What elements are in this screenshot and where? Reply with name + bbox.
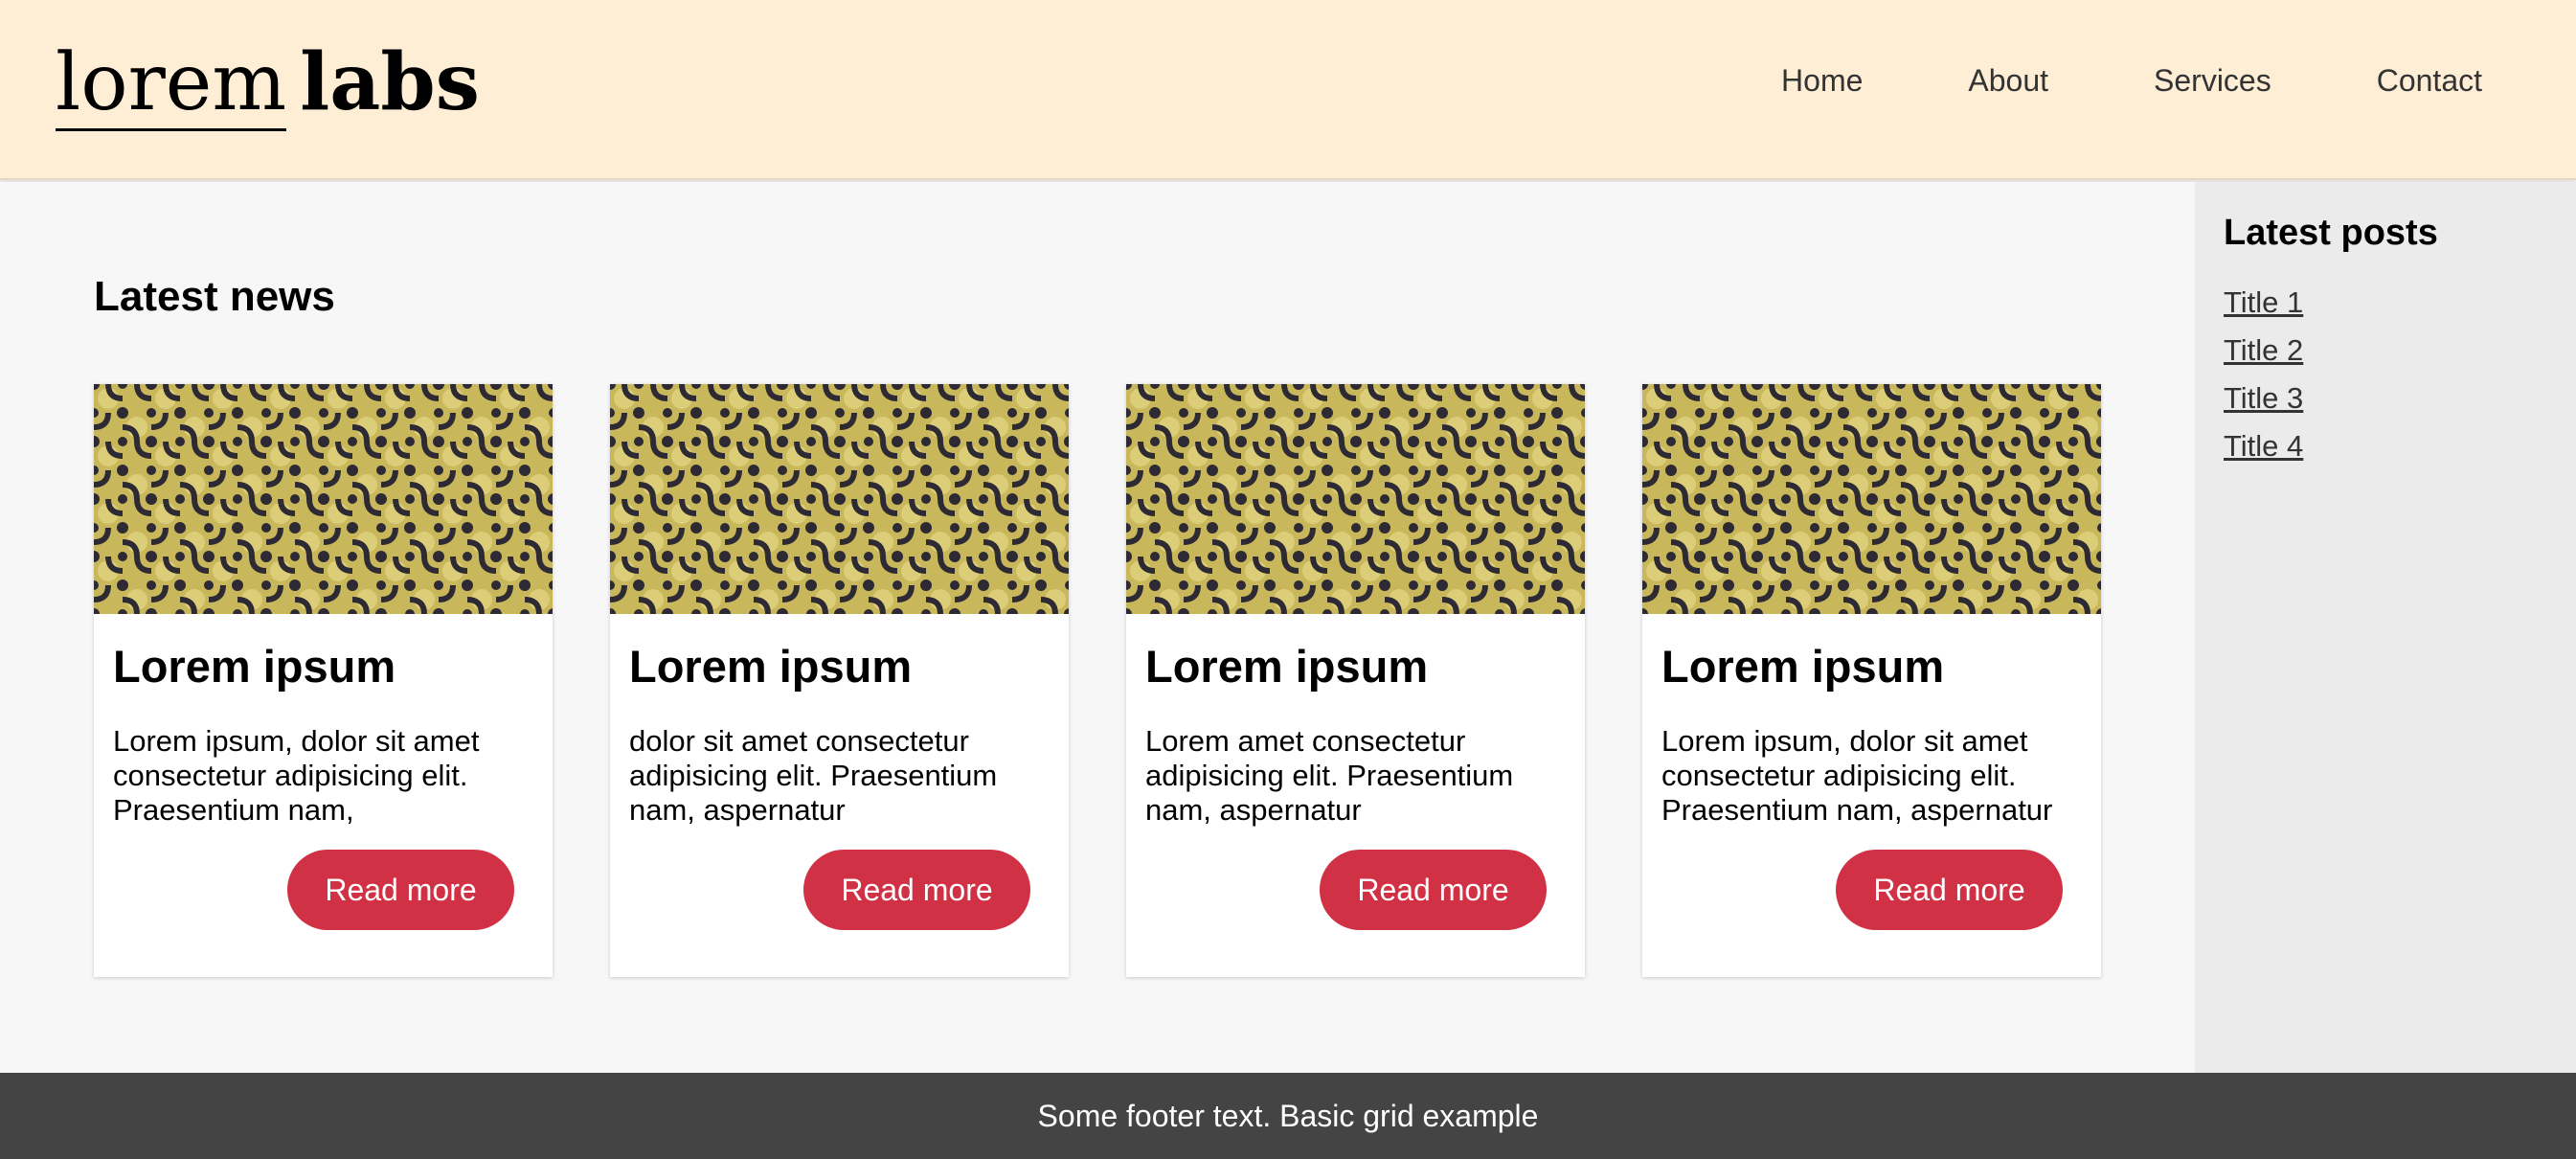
read-more-button[interactable]: Read more bbox=[1836, 850, 2063, 930]
card-image bbox=[94, 384, 553, 614]
read-more-button[interactable]: Read more bbox=[287, 850, 514, 930]
list-item: Title 2 bbox=[2224, 330, 2303, 377]
nav-contact[interactable]: Contact bbox=[2377, 63, 2482, 99]
read-more-button[interactable]: Read more bbox=[803, 850, 1030, 930]
news-card: Lorem ipsum Lorem ipsum, dolor sit amet … bbox=[1642, 384, 2101, 977]
sidebar-title: Latest posts bbox=[2224, 213, 2438, 253]
card-text: Lorem ipsum, dolor sit amet consectetur … bbox=[113, 724, 480, 827]
nav-about[interactable]: About bbox=[1968, 63, 2048, 99]
news-card: Lorem ipsum Lorem amet consectetur adipi… bbox=[1126, 384, 1585, 977]
news-card: Lorem ipsum dolor sit amet consectetur a… bbox=[610, 384, 1069, 977]
nav-services[interactable]: Services bbox=[2154, 63, 2271, 99]
logo-light-text: lorem bbox=[56, 37, 287, 131]
post-link-title-2[interactable]: Title 2 bbox=[2224, 333, 2303, 367]
card-title: Lorem ipsum bbox=[1661, 641, 1945, 692]
page: lorem labs Home About Services Contact La… bbox=[0, 0, 2576, 1159]
nav-home[interactable]: Home bbox=[1781, 63, 1863, 99]
main-nav: Home About Services Contact bbox=[1781, 63, 2482, 99]
read-more-button[interactable]: Read more bbox=[1320, 850, 1547, 930]
post-link-title-3[interactable]: Title 3 bbox=[2224, 381, 2303, 415]
site-footer: Some footer text. Basic grid example bbox=[0, 1073, 2576, 1159]
sidebar-post-list: Title 1 Title 2 Title 3 Title 4 bbox=[2224, 282, 2303, 473]
card-text: dolor sit amet consectetur adipisicing e… bbox=[629, 724, 998, 827]
site-logo[interactable]: lorem labs bbox=[56, 34, 480, 131]
post-link-title-4[interactable]: Title 4 bbox=[2224, 429, 2303, 463]
main-content: Latest news Lorem ipsum Lorem ipsum, dol… bbox=[0, 182, 2195, 1073]
card-image bbox=[610, 384, 1069, 614]
footer-text: Some footer text. Basic grid example bbox=[1037, 1099, 1539, 1133]
list-item: Title 1 bbox=[2224, 282, 2303, 330]
card-image bbox=[1126, 384, 1585, 614]
card-title: Lorem ipsum bbox=[1145, 641, 1429, 692]
news-card: Lorem ipsum Lorem ipsum, dolor sit amet … bbox=[94, 384, 553, 977]
card-text: Lorem amet consectetur adipisicing elit.… bbox=[1145, 724, 1514, 827]
card-title: Lorem ipsum bbox=[629, 641, 913, 692]
post-link-title-1[interactable]: Title 1 bbox=[2224, 285, 2303, 319]
logo-bold-text: labs bbox=[300, 36, 480, 128]
list-item: Title 3 bbox=[2224, 377, 2303, 425]
list-item: Title 4 bbox=[2224, 425, 2303, 473]
card-text: Lorem ipsum, dolor sit amet consectetur … bbox=[1661, 724, 2053, 827]
card-grid: Lorem ipsum Lorem ipsum, dolor sit amet … bbox=[94, 384, 2101, 977]
site-header: lorem labs Home About Services Contact bbox=[0, 0, 2576, 180]
card-image bbox=[1642, 384, 2101, 614]
sidebar: Latest posts Title 1 Title 2 Title 3 Tit… bbox=[2195, 182, 2576, 1073]
section-title: Latest news bbox=[94, 273, 335, 320]
card-title: Lorem ipsum bbox=[113, 641, 396, 692]
